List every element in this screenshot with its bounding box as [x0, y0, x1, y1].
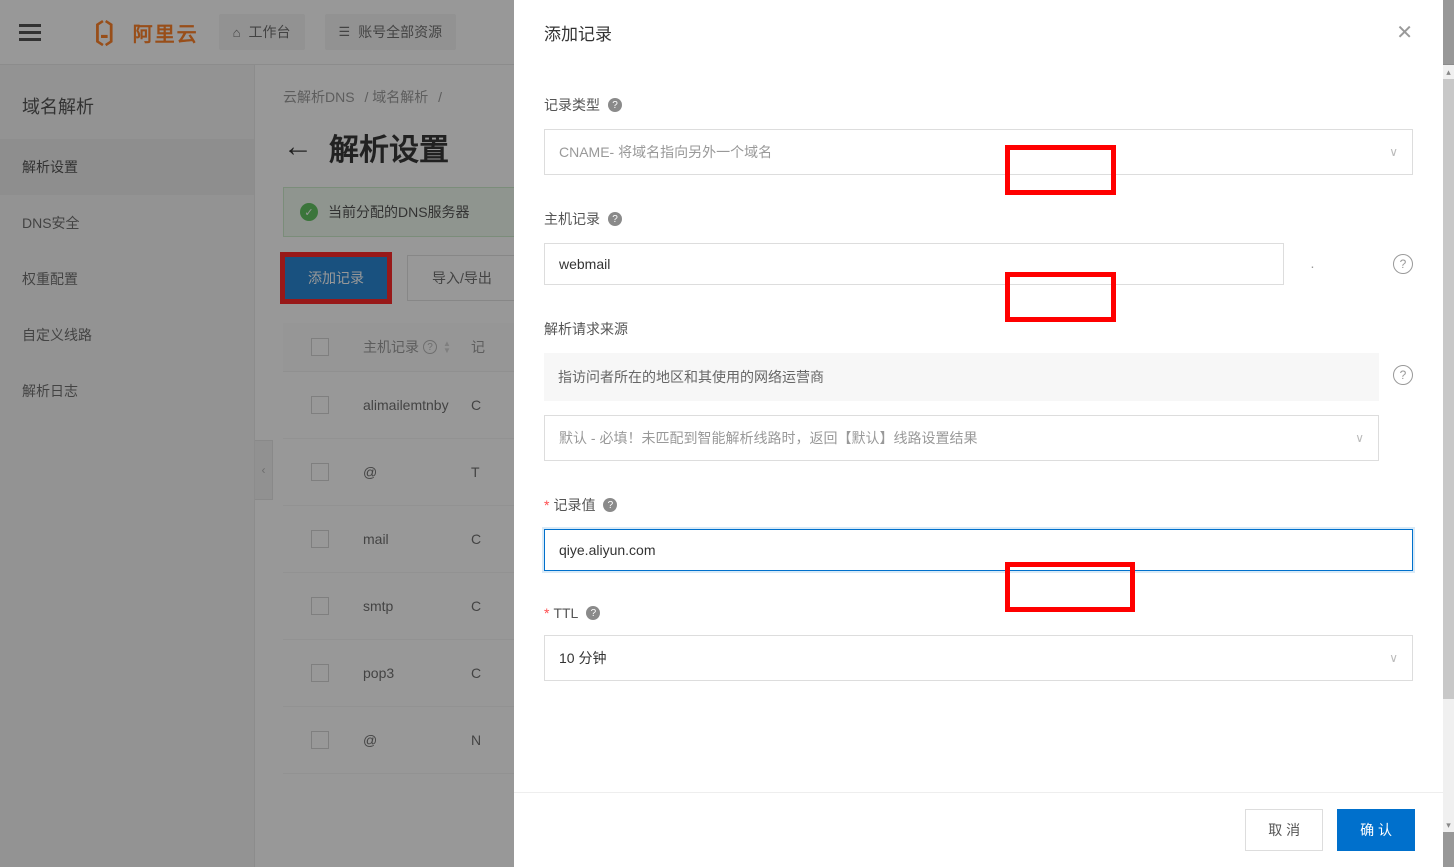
add-record-drawer: 添加记录 ✕ 记录类型? CNAME- 将域名指向另外一个域名 ∨ 主机记录? … [514, 0, 1443, 867]
close-icon[interactable]: ✕ [1396, 20, 1413, 45]
help-icon[interactable]: ? [608, 98, 622, 112]
scroll-thumb[interactable] [1443, 79, 1454, 699]
help-icon[interactable]: ? [603, 498, 617, 512]
cancel-button[interactable]: 取 消 [1245, 809, 1323, 851]
record-value-input[interactable] [544, 529, 1413, 571]
host-suffix: . [1310, 255, 1326, 271]
scroll-down-icon[interactable]: ▾ [1443, 818, 1454, 832]
ttl-select[interactable]: 10 分钟 ∨ [544, 635, 1413, 681]
help-icon[interactable]: ? [586, 606, 600, 620]
help-icon[interactable]: ? [1393, 365, 1413, 385]
confirm-button[interactable]: 确 认 [1337, 809, 1415, 851]
line-select[interactable]: 默认 - 必填！未匹配到智能解析线路时，返回【默认】线路设置结果 ∨ [544, 415, 1379, 461]
chevron-down-icon: ∨ [1355, 431, 1364, 445]
line-description: 指访问者所在的地区和其使用的网络运营商 [544, 353, 1379, 401]
scroll-up-icon[interactable]: ▴ [1443, 65, 1454, 79]
help-icon[interactable]: ? [1393, 254, 1413, 274]
drawer-title: 添加记录 [544, 20, 612, 45]
chevron-down-icon: ∨ [1389, 651, 1398, 665]
record-type-select[interactable]: CNAME- 将域名指向另外一个域名 ∨ [544, 129, 1413, 175]
help-icon[interactable]: ? [608, 212, 622, 226]
host-record-input[interactable] [544, 243, 1284, 285]
scrollbar[interactable]: ▴ [1443, 65, 1454, 832]
chevron-down-icon: ∨ [1389, 145, 1398, 159]
